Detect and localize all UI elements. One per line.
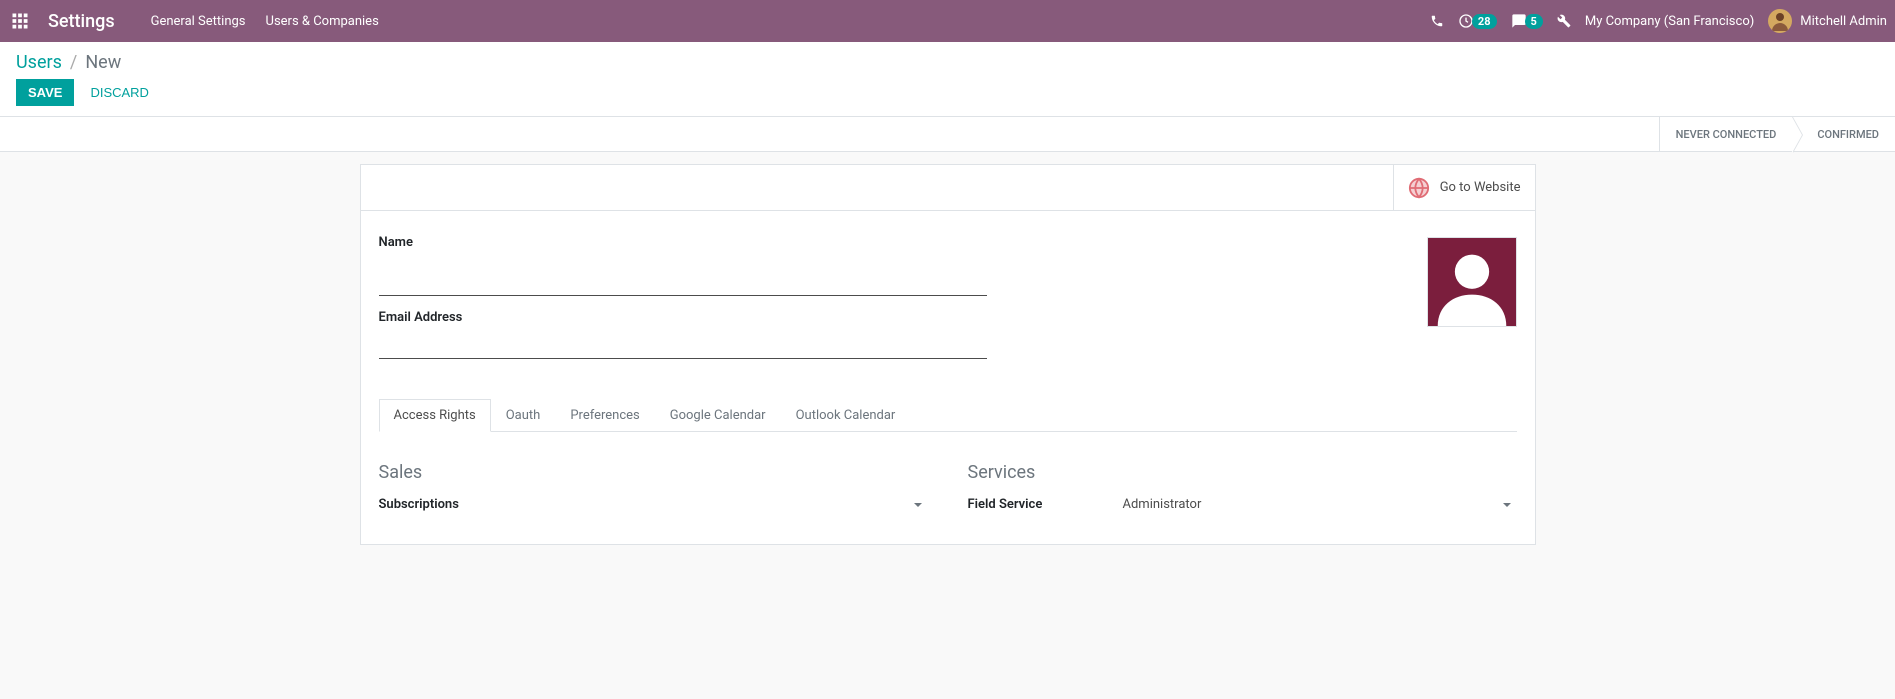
nav-users-companies[interactable]: Users & Companies: [266, 14, 379, 29]
breadcrumb-bar: Users / New SAVE DISCARD: [0, 42, 1895, 116]
user-name: Mitchell Admin: [1800, 14, 1887, 29]
go-to-website-label: Go to Website: [1440, 180, 1521, 196]
form-header-strip: Go to Website: [361, 165, 1535, 211]
breadcrumb-users[interactable]: Users: [16, 52, 62, 73]
sales-title: Sales: [379, 462, 928, 483]
subscriptions-select[interactable]: [534, 503, 928, 507]
discard-button[interactable]: DISCARD: [78, 79, 161, 106]
form-body: Name Email Address Access Rights Oauth P…: [361, 211, 1535, 544]
caret-down-icon: [1503, 503, 1511, 507]
tab-google-calendar[interactable]: Google Calendar: [655, 399, 781, 432]
services-column: Services Field Service Administrator: [968, 462, 1517, 512]
name-label: Name: [379, 235, 987, 250]
field-service-value: Administrator: [1123, 497, 1202, 512]
nav-right: 28 5 My Company (San Francisco) Mitchell…: [1430, 9, 1887, 33]
tab-access-rights[interactable]: Access Rights: [379, 399, 491, 432]
name-field-row: Name: [379, 235, 987, 296]
breadcrumb: Users / New: [16, 52, 1879, 73]
app-title: Settings: [48, 11, 115, 32]
profile-image[interactable]: [1427, 237, 1517, 327]
globe-icon: [1408, 177, 1430, 199]
nav-links: General Settings Users & Companies: [151, 14, 379, 29]
tabs-wrapper: Access Rights Oauth Preferences Google C…: [379, 399, 1517, 528]
breadcrumb-current: New: [85, 52, 121, 73]
tab-content: Sales Subscriptions Services Field: [379, 432, 1517, 528]
activity-badge: 28: [1472, 14, 1497, 29]
services-title: Services: [968, 462, 1517, 483]
messages-icon[interactable]: 5: [1511, 13, 1543, 29]
tabs: Access Rights Oauth Preferences Google C…: [379, 399, 1517, 432]
go-to-website-button[interactable]: Go to Website: [1393, 165, 1535, 210]
breadcrumb-separator: /: [70, 52, 77, 73]
content-row: Sales Subscriptions Services Field: [379, 462, 1517, 512]
status-never-connected[interactable]: NEVER CONNECTED: [1659, 117, 1793, 151]
user-menu[interactable]: Mitchell Admin: [1768, 9, 1887, 33]
activity-icon[interactable]: 28: [1458, 13, 1497, 29]
top-nav: Settings General Settings Users & Compan…: [0, 0, 1895, 42]
tools-icon[interactable]: [1557, 14, 1571, 28]
subscriptions-row: Subscriptions: [379, 497, 928, 512]
tab-outlook-calendar[interactable]: Outlook Calendar: [781, 399, 911, 432]
messages-badge: 5: [1525, 14, 1543, 29]
save-button[interactable]: SAVE: [16, 79, 74, 106]
phone-icon[interactable]: [1430, 14, 1444, 28]
tab-preferences[interactable]: Preferences: [555, 399, 654, 432]
caret-down-icon: [914, 503, 922, 507]
avatar: [1768, 9, 1792, 33]
company-selector[interactable]: My Company (San Francisco): [1585, 14, 1754, 29]
name-input[interactable]: [379, 256, 987, 296]
apps-icon[interactable]: [8, 9, 32, 33]
nav-general-settings[interactable]: General Settings: [151, 14, 246, 29]
field-service-row: Field Service Administrator: [968, 497, 1517, 512]
email-label: Email Address: [379, 310, 987, 325]
field-service-label: Field Service: [968, 497, 1123, 512]
field-service-select[interactable]: Administrator: [1123, 497, 1517, 512]
form-container: Go to Website Name Email Address Access …: [360, 164, 1536, 545]
status-confirmed[interactable]: CONFIRMED: [1792, 117, 1895, 151]
status-bar: NEVER CONNECTED CONFIRMED: [0, 116, 1895, 152]
tab-oauth[interactable]: Oauth: [491, 399, 556, 432]
email-field-row: Email Address: [379, 310, 987, 359]
email-input[interactable]: [379, 331, 987, 359]
sales-column: Sales Subscriptions: [379, 462, 928, 512]
action-buttons: SAVE DISCARD: [16, 79, 1879, 116]
subscriptions-label: Subscriptions: [379, 497, 534, 512]
